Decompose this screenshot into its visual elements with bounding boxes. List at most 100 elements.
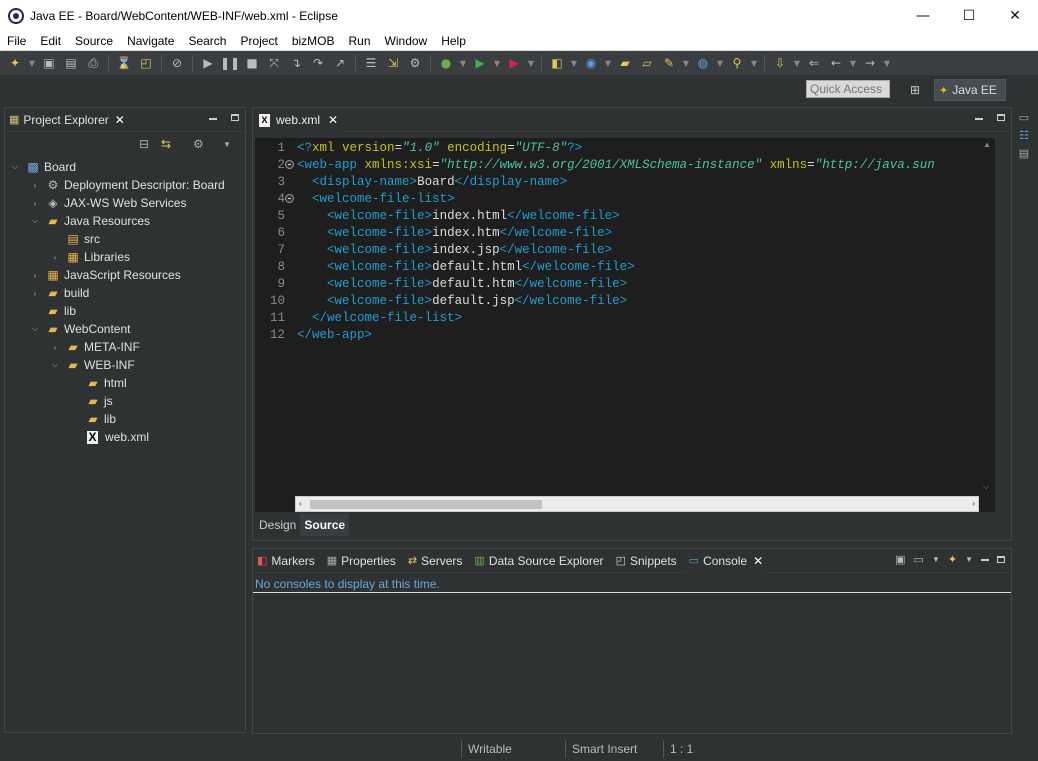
- tab-project-explorer[interactable]: ▦ Project Explorer ✕: [5, 108, 129, 132]
- search-dropdown-icon[interactable]: ▼: [750, 54, 758, 72]
- external-tools-dropdown-icon[interactable]: ▼: [527, 54, 535, 72]
- minimize-view-icon[interactable]: [209, 118, 217, 120]
- menu-project[interactable]: Project: [233, 34, 284, 48]
- minimize-button[interactable]: —: [900, 0, 946, 31]
- fold-collapse-icon[interactable]: [285, 160, 294, 169]
- tab-markers[interactable]: ◧ Markers: [253, 549, 319, 573]
- tree-item-java-resources[interactable]: ⌵ ▰ Java Resources: [29, 212, 150, 230]
- step-into-icon[interactable]: ↴: [287, 54, 305, 72]
- source-editor[interactable]: 1 <?xml version="1.0" encoding="UTF-8"?>…: [255, 138, 995, 512]
- menu-source[interactable]: Source: [68, 34, 120, 48]
- suspend-icon[interactable]: ❚❚: [220, 54, 240, 72]
- tree-item-board[interactable]: ⌵ ▩ Board: [9, 158, 76, 176]
- tree-item-lib[interactable]: ▰ lib: [29, 302, 76, 320]
- globe-icon[interactable]: ◍: [694, 54, 712, 72]
- back-icon[interactable]: ←: [827, 54, 845, 72]
- collapsed-icon[interactable]: ›: [29, 199, 41, 208]
- publish-icon[interactable]: ⇲: [384, 54, 402, 72]
- clear-console-icon[interactable]: ▣: [895, 553, 905, 566]
- disconnect-icon[interactable]: ⤧: [265, 54, 283, 72]
- close-button[interactable]: ✕: [992, 0, 1038, 31]
- last-edit-icon[interactable]: ⇐: [805, 54, 823, 72]
- task-list-icon[interactable]: ▤: [1017, 147, 1031, 161]
- menu-navigate[interactable]: Navigate: [120, 34, 181, 48]
- maximize-view-icon[interactable]: [997, 556, 1005, 563]
- resume-icon[interactable]: ▶: [199, 54, 217, 72]
- collapsed-icon[interactable]: ›: [49, 253, 61, 262]
- new-dropdown-icon[interactable]: ▼: [28, 54, 36, 72]
- coverage-dropdown-icon[interactable]: ▼: [459, 54, 467, 72]
- globe-dropdown-icon[interactable]: ▼: [716, 54, 724, 72]
- open-type-icon[interactable]: ⌛: [115, 54, 133, 72]
- back-dropdown-icon[interactable]: ▼: [849, 54, 857, 72]
- tab-snippets[interactable]: ◰ Snippets: [612, 549, 681, 573]
- expanded-icon[interactable]: ⌵: [29, 216, 41, 226]
- scroll-left-icon[interactable]: ‹: [299, 498, 302, 508]
- coverage-icon[interactable]: ●: [437, 54, 455, 72]
- new-server-dropdown-icon[interactable]: ▼: [604, 54, 612, 72]
- annotate-icon[interactable]: ✎: [660, 54, 678, 72]
- forward-dropdown-icon[interactable]: ▼: [883, 54, 891, 72]
- expanded-icon[interactable]: ⌵: [49, 360, 61, 370]
- collapse-all-icon[interactable]: ⊟: [139, 137, 149, 151]
- minimize-view-icon[interactable]: [975, 118, 983, 120]
- next-annotation-dropdown-icon[interactable]: ▼: [793, 54, 801, 72]
- open-task-icon[interactable]: ◰: [137, 54, 155, 72]
- java-ee-perspective-button[interactable]: ✦ Java EE: [934, 79, 1006, 101]
- terminate-icon[interactable]: ■: [243, 54, 261, 72]
- tree-item-web-inf[interactable]: ⌵ ▰ WEB-INF: [49, 356, 135, 374]
- filter-icon[interactable]: ⚙: [193, 137, 204, 151]
- collapsed-icon[interactable]: ›: [49, 343, 61, 352]
- display-console-icon[interactable]: ▭: [914, 553, 924, 566]
- search-icon[interactable]: ⚲: [728, 54, 746, 72]
- scroll-down-icon[interactable]: ⌵: [983, 482, 989, 492]
- tab-console[interactable]: ▭ Console ✕: [684, 548, 768, 573]
- tab-web-xml[interactable]: X web.xml ✕: [253, 108, 345, 132]
- tab-source[interactable]: Source: [300, 514, 350, 536]
- menu-run[interactable]: Run: [342, 34, 378, 48]
- save-all-icon[interactable]: ▤: [62, 54, 80, 72]
- outline-icon[interactable]: ☷: [1017, 129, 1031, 143]
- collapsed-icon[interactable]: ›: [29, 289, 41, 298]
- open-file-icon[interactable]: ▱: [638, 54, 656, 72]
- close-icon[interactable]: ✕: [753, 554, 763, 568]
- tree-item-web-inf-lib[interactable]: ▰ lib: [69, 410, 116, 428]
- menu-window[interactable]: Window: [378, 34, 435, 48]
- display-console-dropdown-icon[interactable]: ▼: [932, 555, 940, 564]
- open-console-icon[interactable]: ✦: [948, 553, 957, 566]
- menu-search[interactable]: Search: [181, 34, 233, 48]
- next-annotation-icon[interactable]: ⇩: [771, 54, 789, 72]
- view-menu-icon[interactable]: ▼: [223, 140, 231, 149]
- tree-item-js[interactable]: ▰ js: [69, 392, 112, 410]
- tab-properties[interactable]: ▦ Properties: [323, 549, 400, 573]
- tree-item-src[interactable]: ▤ src: [49, 230, 100, 248]
- tab-design[interactable]: Design: [255, 514, 300, 536]
- step-return-icon[interactable]: ↗: [331, 54, 349, 72]
- expanded-icon[interactable]: ⌵: [29, 324, 41, 334]
- new-project-icon[interactable]: ◧: [548, 54, 566, 72]
- tree-item-web-xml[interactable]: X web.xml: [69, 428, 149, 446]
- step-over-icon[interactable]: ↷: [309, 54, 327, 72]
- open-perspective-icon[interactable]: ⊞: [906, 81, 924, 99]
- collapsed-icon[interactable]: ›: [29, 181, 41, 190]
- maximize-button[interactable]: ☐: [946, 0, 992, 31]
- close-icon[interactable]: ✕: [328, 113, 338, 127]
- tab-servers[interactable]: ⇄ Servers: [404, 549, 467, 573]
- skip-breakpoints-icon[interactable]: ⊘: [168, 54, 186, 72]
- scroll-right-icon[interactable]: ›: [972, 498, 975, 508]
- save-icon[interactable]: ▣: [40, 54, 58, 72]
- maximize-view-icon[interactable]: [231, 114, 239, 121]
- run-dropdown-icon[interactable]: ▼: [493, 54, 501, 72]
- annotate-dropdown-icon[interactable]: ▼: [682, 54, 690, 72]
- tree-item-deployment-descriptor[interactable]: › ⚙ Deployment Descriptor: Board: [29, 176, 225, 194]
- external-tools-icon[interactable]: ▶: [505, 54, 523, 72]
- expanded-icon[interactable]: ⌵: [9, 162, 21, 172]
- tree-item-javascript-resources[interactable]: › ▦ JavaScript Resources: [29, 266, 181, 284]
- new-icon[interactable]: ✦: [6, 54, 24, 72]
- toggle-format-icon[interactable]: ☰: [362, 54, 380, 72]
- minimize-view-icon[interactable]: [981, 558, 989, 561]
- menu-bizmob[interactable]: bizMOB: [285, 34, 342, 48]
- quick-access-input[interactable]: Quick Access: [806, 80, 890, 98]
- vertical-scrollbar[interactable]: ▲ ⌵: [979, 138, 995, 498]
- print-icon[interactable]: ⎙: [84, 54, 102, 72]
